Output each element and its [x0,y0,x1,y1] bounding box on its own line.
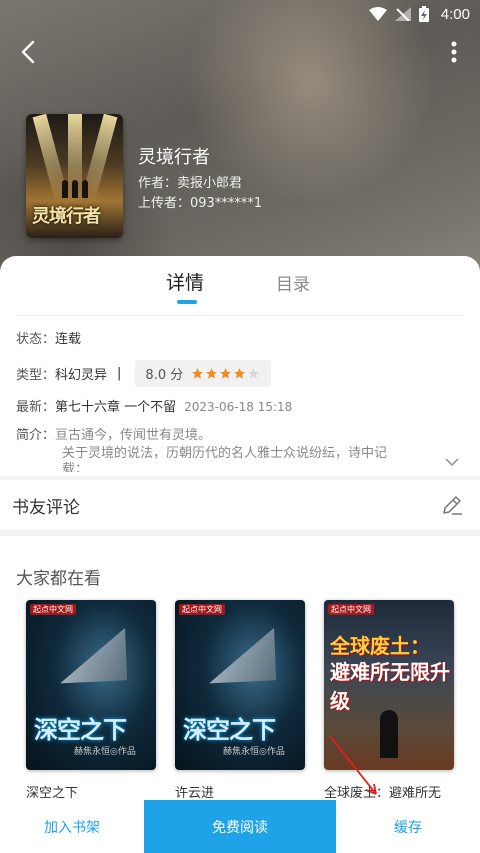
popular-book-cover[interactable]: 起点中文网 全球废土： 避难所无限升级 [324,600,454,770]
details-panel: 详情 目录 状态：连载 类型： 科幻灵异 | 8.0 分 最新：第七十六章 一个… [0,256,480,476]
popular-book-cover[interactable]: 起点中文网 深空之下 赫焦永恒◎作品 [26,600,156,770]
no-signal-icon [394,7,411,21]
type-row: 类型： 科幻灵异 | 8.0 分 [16,360,272,387]
star-filled-icon [192,368,204,379]
popular-title: 大家都在看 [16,569,101,589]
popular-book-name[interactable]: 许云进 [175,782,305,801]
popular-section: 大家都在看 起点中文网 深空之下 赫焦永恒◎作品 深空之下 起点中文网 深空之下… [0,536,480,806]
star-empty-icon [248,368,260,379]
cache-button[interactable]: 缓存 [336,800,480,853]
latest-label: 最新： [16,400,56,415]
reviews-section: 书友评论 [0,480,480,530]
battery-charging-icon [418,6,429,22]
star-filled-icon [206,368,218,379]
intro-line-2: 关于灵境的说法，历朝历代的名人雅士众说纷纭，诗中记 [62,446,388,461]
status-row: 状态：连载 [16,328,81,347]
wifi-icon [368,7,387,21]
popular-book-name[interactable]: 深空之下 [26,782,156,801]
divider [16,315,464,316]
tab-details[interactable]: 详情 [166,268,204,295]
latest-row[interactable]: 最新：第七十六章 一个不留 2023-06-18 15:18 [16,396,292,415]
rating-score: 8.0 分 [145,368,184,383]
add-to-shelf-button[interactable]: 加入书架 [0,800,144,853]
book-title: 灵境行者 [138,147,210,168]
edit-pencil-icon[interactable] [440,493,464,517]
rating-badge: 8.0 分 [135,360,272,387]
active-tab-indicator [177,300,197,304]
latest-chapter[interactable]: 第七十六章 一个不留 [55,400,176,415]
popular-book-1[interactable]: 起点中文网 深空之下 赫焦永恒◎作品 深空之下 [26,600,156,801]
popular-book-2[interactable]: 起点中文网 深空之下 赫焦永恒◎作品 许云进 [175,600,305,801]
book-cover[interactable]: 灵境行者 [26,114,123,238]
type-label: 类型： [16,368,56,383]
tab-catalog[interactable]: 目录 [276,270,310,295]
star-filled-icon [220,368,232,379]
book-author: 作者：卖报小郎君 [138,176,243,191]
free-read-button[interactable]: 免费阅读 [144,800,336,853]
type-separator: | [117,366,122,381]
status-label: 状态： [16,332,56,347]
intro-row: 简介：亘古通今，传闻世有灵境。 [16,424,211,443]
book-cover-title: 灵境行者 [32,206,101,227]
reviews-title: 书友评论 [12,498,80,518]
popular-book-cover[interactable]: 起点中文网 深空之下 赫焦永恒◎作品 [175,600,305,770]
popular-book-name[interactable]: 全球废土：避难所无 [324,782,454,801]
intro-line-1: 亘古通今，传闻世有灵境。 [55,428,212,443]
status-value: 连载 [55,332,82,347]
type-value[interactable]: 科幻灵异 [55,364,107,383]
popular-book-3[interactable]: 起点中文网 全球废土： 避难所无限升级 全球废土：避难所无 [324,600,454,801]
intro-label: 简介： [16,428,56,443]
star-filled-icon [234,368,246,379]
rating-stars [191,367,261,380]
intro-line-3: 载： [62,462,89,472]
bottom-action-bar: 加入书架 免费阅读 缓存 [0,800,480,853]
book-uploader: 上传者：093******1 [138,196,263,211]
status-bar: 4:00 [0,0,480,28]
status-time: 4:00 [440,5,470,23]
chevron-down-icon[interactable] [444,456,460,468]
back-arrow-icon[interactable] [12,36,44,68]
latest-date: 2023-06-18 15:18 [184,400,293,414]
more-options-icon[interactable] [440,36,468,68]
